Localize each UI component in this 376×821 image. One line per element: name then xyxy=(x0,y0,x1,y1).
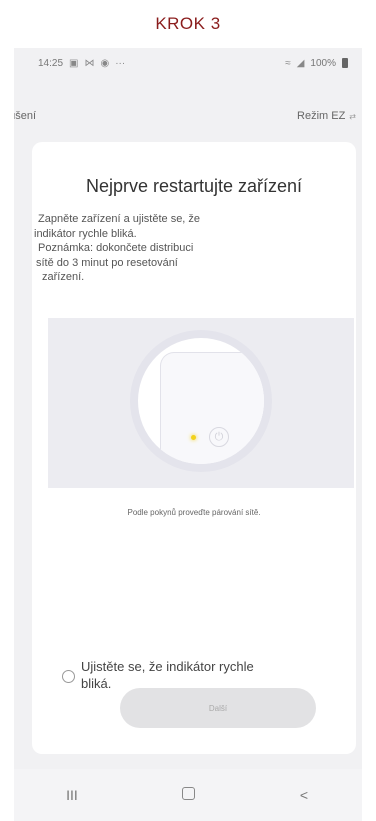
signal-icon: ◢ xyxy=(296,57,305,69)
more-notifications: ··· xyxy=(115,57,126,69)
confirm-blinking-row[interactable]: Ujistěte se, že indikátor rychle bliká. xyxy=(62,658,332,692)
next-button[interactable]: Další xyxy=(120,688,316,728)
device-body: ⏻ xyxy=(160,352,264,464)
top-bar: zrušení Režim EZ ⇄ xyxy=(14,104,362,128)
page-title: Nejprve restartujte zařízení xyxy=(85,176,303,196)
device-illustration: ⏻ xyxy=(48,318,354,488)
messenger-icon: ◉ xyxy=(100,57,110,69)
status-time: 14:25 xyxy=(38,57,64,69)
phone-screen: 14:25 ▣ ⋈ ◉ ··· ≈ ◢ 100% zrušení Režim E… xyxy=(14,48,362,821)
instruction-line: zařízení. xyxy=(42,271,85,283)
confirm-label-line: Ujistěte se, že indikátor rychle xyxy=(81,659,254,674)
android-nav-bar: III < xyxy=(14,769,362,821)
home-icon[interactable] xyxy=(168,787,208,803)
cancel-button[interactable]: zrušení xyxy=(14,110,36,122)
power-icon: ⏻ xyxy=(209,427,229,447)
switch-mode-icon: ⇄ xyxy=(349,111,356,121)
pairing-caption: Podle pokynů proveďte párování sítě. xyxy=(127,508,261,517)
status-bar: 14:25 ▣ ⋈ ◉ ··· ≈ ◢ 100% xyxy=(14,48,362,78)
gallery-icon: ▣ xyxy=(69,57,79,69)
instruction-line: Poznámka: dokončete distribuci xyxy=(38,242,194,254)
instruction-line: indikátor rychle bliká. xyxy=(34,227,137,240)
reset-instructions-card: Nejprve restartujte zařízení Zapněte zař… xyxy=(32,142,356,754)
recent-apps-icon[interactable]: III xyxy=(52,787,92,803)
confirm-radio[interactable] xyxy=(62,670,75,683)
status-bar-right: ≈ ◢ 100% xyxy=(285,58,348,69)
instructions-text: Zapněte zařízení a ujistěte se, že indik… xyxy=(34,212,334,285)
message-icon: ⋈ xyxy=(84,57,95,69)
wifi-icon: ≈ xyxy=(285,57,291,69)
blinking-led-icon xyxy=(191,435,196,440)
device-circle: ⏻ xyxy=(138,338,264,464)
instruction-line: Zapněte zařízení a ujistěte se, že xyxy=(38,213,201,225)
ez-mode-label: Režim EZ xyxy=(297,110,346,122)
step-label: KROK 3 xyxy=(155,14,221,33)
ez-mode-button[interactable]: Režim EZ ⇄ xyxy=(297,110,356,122)
confirm-label: Ujistěte se, že indikátor rychle bliká. xyxy=(81,658,254,692)
status-bar-left: 14:25 ▣ ⋈ ◉ ··· xyxy=(38,58,125,69)
back-icon[interactable]: < xyxy=(284,787,324,803)
battery-icon xyxy=(342,58,348,68)
battery-percent: 100% xyxy=(310,57,336,69)
instruction-line: sítě do 3 minut po resetování xyxy=(36,256,178,269)
